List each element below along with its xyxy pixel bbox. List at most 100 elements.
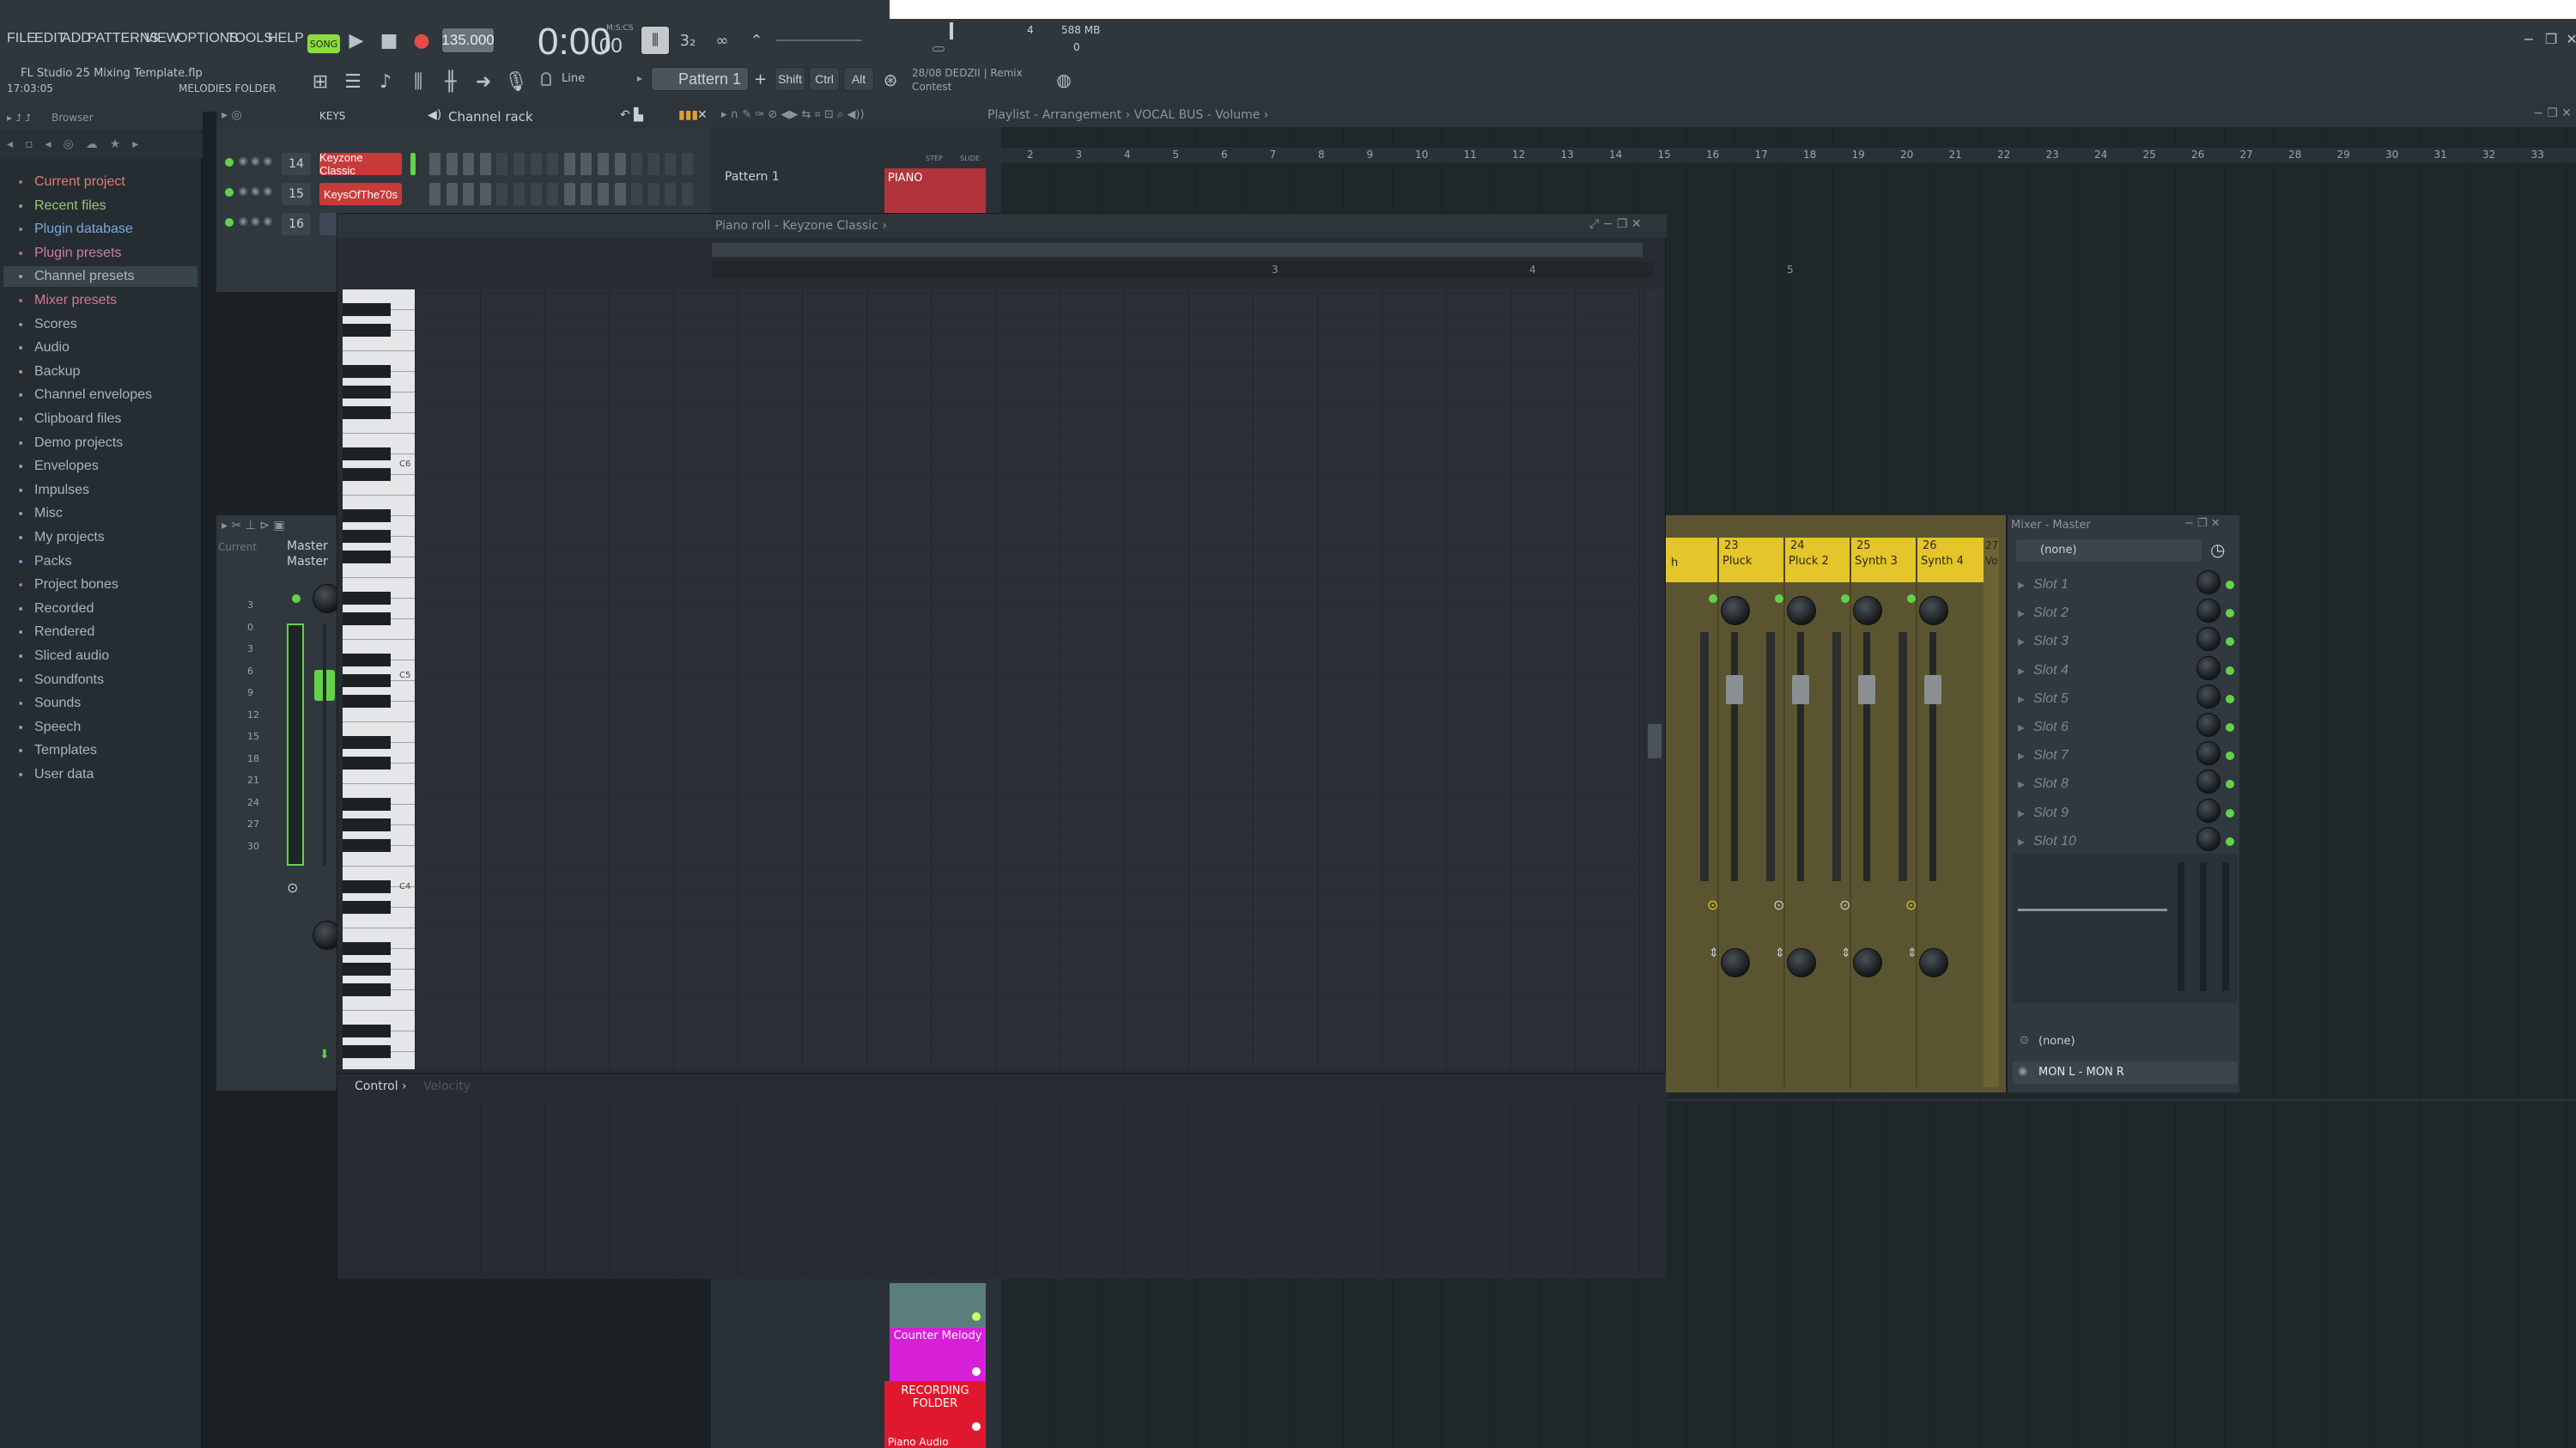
preset-select[interactable]: (none) xyxy=(2016,539,2202,562)
step-button[interactable] xyxy=(513,183,525,205)
mixer-pan-knob[interactable] xyxy=(1787,596,1816,625)
piano-roll-vscroll[interactable] xyxy=(1646,289,1663,1069)
effect-slot[interactable]: ▸ Slot 1 xyxy=(2018,570,2234,598)
step-button[interactable] xyxy=(429,153,440,175)
slot-enable-led[interactable] xyxy=(2226,808,2234,818)
channel-pan-icon[interactable]: ◉ ◉ ◉ xyxy=(239,185,272,197)
black-key[interactable] xyxy=(343,654,391,666)
black-key[interactable] xyxy=(343,386,391,399)
news-line-1[interactable]: 28/08 DEDZII | Remix xyxy=(912,67,1023,79)
mixer-pan-knob[interactable] xyxy=(1721,596,1750,625)
control-selector[interactable]: Control › xyxy=(355,1080,407,1093)
browser-item[interactable]: ▪ Templates xyxy=(14,740,97,761)
menu-help[interactable]: HELP xyxy=(268,31,304,46)
record-icon[interactable]: ● xyxy=(409,27,434,53)
black-key[interactable] xyxy=(343,1045,391,1058)
browser-item[interactable]: ▪ Mixer presets xyxy=(14,290,117,311)
black-key[interactable] xyxy=(343,509,391,522)
step-button[interactable] xyxy=(647,153,659,175)
step-button[interactable] xyxy=(479,183,491,205)
rack-menu-icon[interactable]: ▸ ◎ xyxy=(222,108,242,122)
swap-arrows-icon[interactable]: ⇕ xyxy=(1709,946,1719,960)
slot-mix-knob[interactable] xyxy=(2196,570,2221,594)
mixer-active-led[interactable] xyxy=(1775,594,1783,603)
help-hint-icon[interactable]: ⊛ xyxy=(878,67,903,93)
black-key[interactable] xyxy=(343,880,391,893)
playlist-icon[interactable]: ⊞ xyxy=(307,69,333,94)
route-icon[interactable]: ⊙ xyxy=(1839,897,1850,913)
browser-item[interactable]: ▪ Envelopes xyxy=(14,456,99,477)
metronome-button[interactable]: ⫼ xyxy=(641,26,670,55)
channel-rack-icon[interactable]: ☰ xyxy=(340,69,366,94)
browser-item[interactable]: ▪ Current project xyxy=(14,172,125,192)
piano-roll-icon[interactable]: ♪ xyxy=(373,69,398,94)
slot-mix-knob[interactable] xyxy=(2196,599,2221,624)
step-button[interactable] xyxy=(479,153,491,175)
browser-item[interactable]: ▪ Rendered xyxy=(14,622,95,642)
channel-filter[interactable]: KEYS xyxy=(319,110,345,122)
menu-add[interactable]: ADD xyxy=(62,31,91,46)
step-button[interactable] xyxy=(598,183,609,205)
black-key[interactable] xyxy=(343,942,391,955)
channel-number[interactable]: 16 xyxy=(282,213,311,235)
step-button[interactable] xyxy=(463,153,475,175)
browser-tool-icons[interactable]: ◂▫◂◎☁★▸ xyxy=(7,137,150,151)
menu-tools[interactable]: TOOLS xyxy=(227,31,273,46)
step-button[interactable] xyxy=(547,183,559,205)
step-button[interactable] xyxy=(631,183,643,205)
black-key[interactable] xyxy=(343,365,391,378)
swap-arrows-icon[interactable]: ⇕ xyxy=(1775,946,1785,960)
browser-item[interactable]: ▪ Sliced audio xyxy=(14,646,109,666)
strip-route-icon[interactable]: ⊙ xyxy=(287,879,298,896)
black-key[interactable] xyxy=(343,757,391,770)
effect-slot[interactable]: ▸ Slot 3 xyxy=(2018,627,2234,654)
slot-enable-led[interactable] xyxy=(2226,666,2234,675)
browser-item[interactable]: ▪ Misc xyxy=(14,503,63,524)
pattern-list-item[interactable]: Pattern 1 xyxy=(725,170,780,184)
mixer-active-led[interactable] xyxy=(1841,594,1850,603)
step-button[interactable] xyxy=(563,183,575,205)
black-key[interactable] xyxy=(343,818,391,831)
mixer-pan-knob[interactable] xyxy=(1919,596,1948,625)
swap-arrows-icon[interactable]: ⇕ xyxy=(1907,946,1917,960)
black-key[interactable] xyxy=(343,612,391,625)
effect-slot[interactable]: ▸ Slot 6 xyxy=(2018,713,2234,740)
browser-item[interactable]: ▪ Plugin presets xyxy=(14,243,122,264)
effect-slot[interactable]: ▸ Slot 10 xyxy=(2018,826,2234,855)
effect-slot[interactable]: ▸ Slot 2 xyxy=(2018,599,2234,626)
black-key[interactable] xyxy=(343,963,391,976)
clip-recording-folder[interactable]: RECORDING FOLDER xyxy=(884,1381,986,1438)
channel-name-button[interactable]: Keyzone Classic xyxy=(319,151,402,177)
slot-enable-led[interactable] xyxy=(2226,780,2234,789)
browser-item[interactable]: ▪ Demo projects xyxy=(14,433,123,453)
step-button[interactable] xyxy=(614,183,626,205)
playlist-tool-icons[interactable]: ▸ ∩ ✎ ✑ ⊘ ◀▶ ⇆ ⌗ ⊡ ⌕ ◀)) xyxy=(721,108,865,121)
menu-file[interactable]: FILE xyxy=(7,31,36,46)
swap-arrows-icon[interactable]: ⇕ xyxy=(1841,946,1851,960)
channel-number[interactable]: 14 xyxy=(282,153,311,175)
black-key[interactable] xyxy=(343,674,391,687)
add-pattern-icon[interactable]: + xyxy=(754,70,767,88)
effect-slot[interactable]: ▸ Slot 8 xyxy=(2018,770,2234,797)
browser-item[interactable]: ▪ Plugin database xyxy=(14,219,133,240)
rack-tools-icons[interactable]: ↶ ▙ xyxy=(620,108,643,122)
slot-enable-led[interactable] xyxy=(2226,837,2234,846)
event-grid[interactable] xyxy=(416,1098,1643,1277)
slot-enable-led[interactable] xyxy=(2226,751,2234,761)
step-button[interactable] xyxy=(665,153,677,175)
black-key[interactable] xyxy=(343,839,391,852)
browser-item[interactable]: ▪ Project bones xyxy=(14,575,118,595)
arrow-icon[interactable]: ➜ xyxy=(471,69,496,94)
slot-mix-knob[interactable] xyxy=(2196,713,2221,737)
browser-item[interactable]: ▪ Recorded xyxy=(14,599,94,619)
tap-tempo-icon[interactable]: ⌃ xyxy=(744,27,769,53)
channel-pan-icon[interactable]: ◉ ◉ ◉ xyxy=(239,215,272,227)
mixer-stereo-knob[interactable] xyxy=(1919,948,1948,977)
black-key[interactable] xyxy=(343,1025,391,1037)
step-button[interactable] xyxy=(682,153,693,175)
step-button[interactable] xyxy=(614,153,626,175)
mixer-active-led[interactable] xyxy=(1709,594,1717,603)
route-icon[interactable]: ⊙ xyxy=(1707,897,1718,913)
mixer-fader[interactable] xyxy=(1858,675,1875,704)
alt-button[interactable]: Alt xyxy=(843,67,874,91)
